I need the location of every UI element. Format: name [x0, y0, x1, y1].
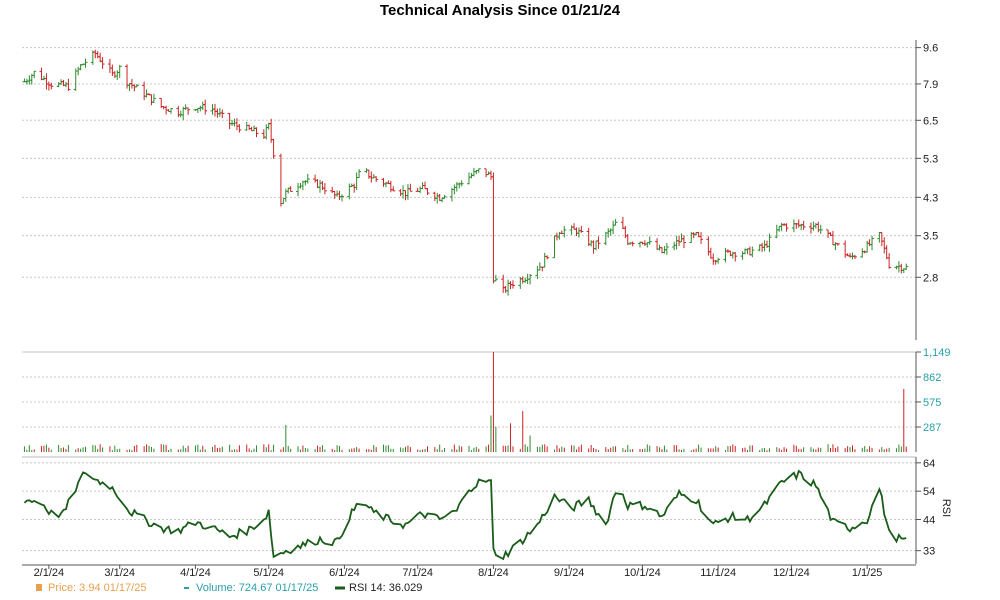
x-tick-label: 7/1/24 — [402, 567, 433, 579]
rsi-line — [23, 469, 907, 561]
x-tick-label: 4/1/24 — [180, 567, 211, 579]
price-tick-label: 4.3 — [923, 192, 938, 204]
rsi-tick-label: 64 — [923, 458, 935, 470]
price-tick-label: 9.6 — [923, 43, 938, 55]
legend-label: Volume: 724.67 01/17/25 — [196, 582, 318, 594]
rsi-tick-label: 44 — [923, 515, 935, 527]
price-tick-label: 5.3 — [923, 153, 938, 165]
x-tick-label: 6/1/24 — [329, 567, 360, 579]
volume-tick-label: 575 — [923, 397, 941, 409]
x-tick-label: 3/1/24 — [104, 567, 135, 579]
volume-tick-label: 862 — [923, 372, 941, 384]
rsi-tick-label: 54 — [923, 486, 935, 498]
rsi-tick-label: 33 — [923, 546, 935, 558]
price-tick-label: 3.5 — [923, 231, 938, 243]
x-axis: 2/1/24 3/1/24 4/1/24 5/1/24 6/1/24 7/1/24 8/1/… — [22, 564, 916, 579]
x-tick-label: 12/1/24 — [773, 567, 810, 579]
price-panel: 2.8 3.5 4.3 5.3 6.5 7.9 9.6 — [22, 40, 938, 340]
x-tick-label: 9/1/24 — [554, 567, 585, 579]
price-tick-label: 7.9 — [923, 79, 938, 91]
technical-chart: 2.8 3.5 4.3 5.3 6.5 7.9 9.6 287 575 862 1,149 33 4… — [22, 40, 952, 594]
x-tick-label: 11/1/24 — [700, 567, 736, 579]
legend: Price: 3.94 01/17/25 Volume: 724.67 01/17… — [36, 582, 422, 594]
x-tick-label: 2/1/24 — [34, 567, 65, 579]
volume-tick-label: 287 — [923, 422, 941, 434]
legend-label: Price: 3.94 01/17/25 — [48, 582, 146, 594]
x-tick-label: 5/1/24 — [253, 567, 284, 579]
x-tick-label: 8/1/24 — [478, 567, 509, 579]
volume-panel: 287 575 862 1,149 — [22, 347, 951, 452]
x-tick-label: 10/1/24 — [624, 567, 661, 579]
rsi-panel: 33 44 54 64 RSI — [22, 456, 952, 564]
legend-marker — [36, 584, 42, 591]
legend-label: RSI 14: 36.029 — [349, 582, 422, 594]
price-tick-label: 6.5 — [923, 115, 938, 127]
volume-tick-label: 1,149 — [923, 347, 951, 359]
price-tick-label: 2.8 — [923, 272, 938, 284]
rsi-axis-label: RSI — [940, 499, 952, 517]
x-tick-label: 1/1/25 — [852, 567, 883, 579]
